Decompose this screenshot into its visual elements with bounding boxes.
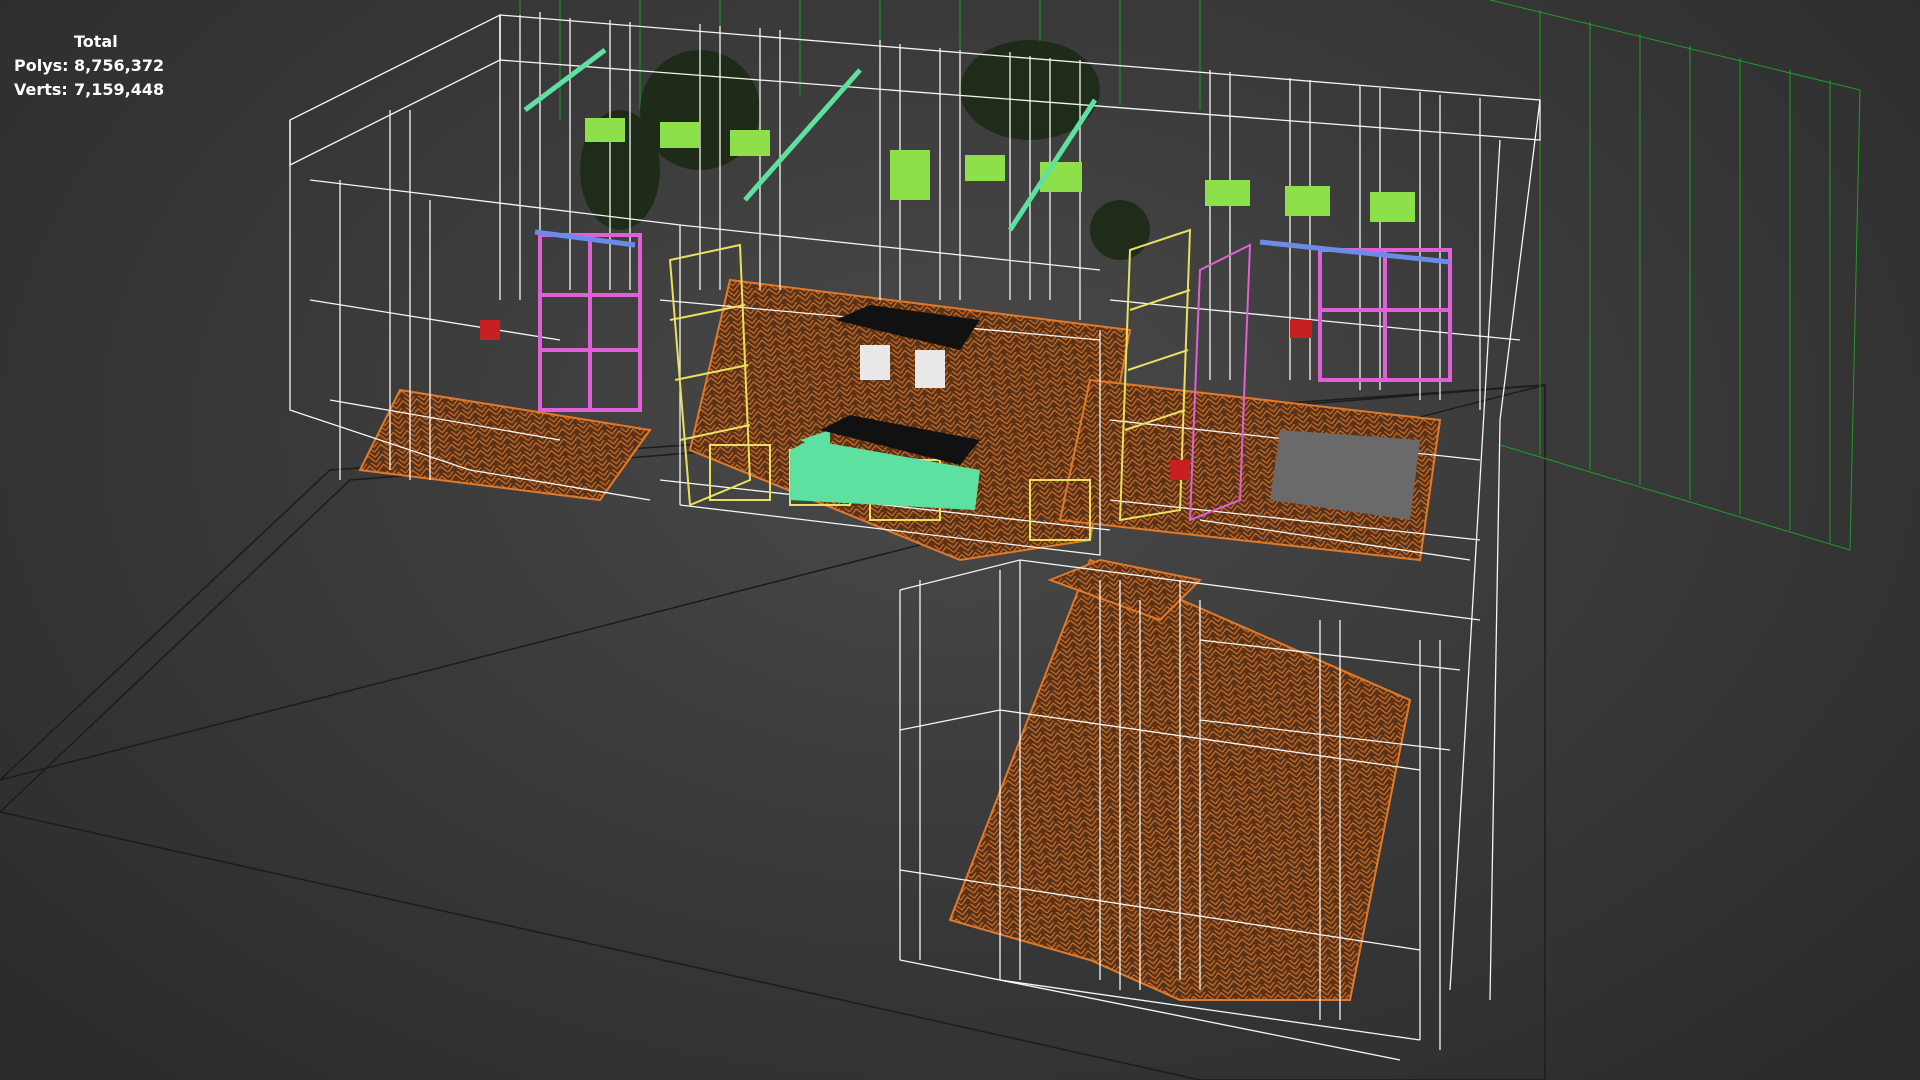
viewport-scene	[0, 0, 1861, 1080]
verts-label: Verts:	[14, 80, 68, 99]
stats-title: Total	[74, 32, 118, 51]
polys-value: 8,756,372	[74, 56, 165, 75]
polys-label: Polys:	[14, 56, 69, 75]
polys-row: Polys: 8,756,372	[14, 54, 164, 78]
3d-viewport[interactable]: Total Polys: 8,756,372 Verts: 7,159,448	[0, 0, 1920, 1080]
verts-value: 7,159,448	[74, 80, 165, 99]
blue-beams	[534, 229, 1451, 265]
polygon-stats-overlay: Total Polys: 8,756,372 Verts: 7,159,448	[14, 30, 164, 102]
verts-row: Verts: 7,159,448	[14, 78, 164, 102]
